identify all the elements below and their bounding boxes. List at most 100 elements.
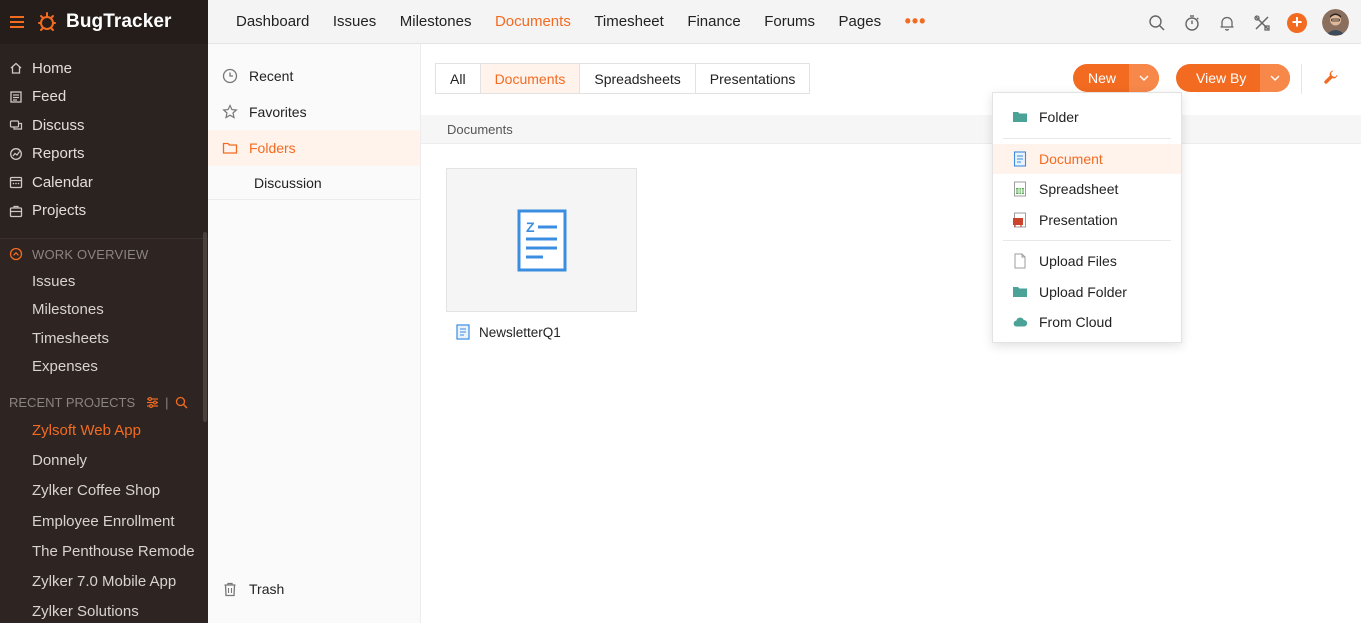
menu-item-presentation[interactable]: Presentation xyxy=(993,205,1181,236)
bug-logo-icon xyxy=(38,12,56,31)
filter-presentations[interactable]: Presentations xyxy=(696,64,810,93)
new-split-button: New xyxy=(1073,64,1160,92)
new-dropdown-menu: Folder Document Spreadsheet Presentation… xyxy=(992,92,1182,343)
sidebar-item-label: Discuss xyxy=(32,116,85,134)
sidebar-item-reports[interactable]: Reports xyxy=(0,140,208,169)
menu-icon[interactable] xyxy=(10,16,24,28)
document-icon: Z xyxy=(517,209,566,271)
quick-add-button[interactable]: + xyxy=(1287,12,1307,33)
search-icon[interactable] xyxy=(1148,14,1166,32)
projects-icon xyxy=(9,204,23,218)
sidebar-item-issues[interactable]: Issues xyxy=(0,267,208,296)
nav-tab-documents[interactable]: Documents xyxy=(495,13,571,30)
view-by-split-button: View By xyxy=(1176,64,1291,92)
new-button[interactable]: New xyxy=(1073,64,1129,92)
section-title: RECENT PROJECTS xyxy=(9,394,136,410)
project-item[interactable]: Zylker Solutions xyxy=(0,597,208,623)
document-icon xyxy=(456,324,470,340)
sidebar-item-timesheets[interactable]: Timesheets xyxy=(0,324,208,353)
clock-icon xyxy=(222,68,238,84)
nav-tab-timesheet[interactable]: Timesheet xyxy=(594,13,663,30)
tools-divider: | xyxy=(165,394,169,410)
filter-all[interactable]: All xyxy=(436,64,481,93)
calendar-icon xyxy=(9,175,23,189)
menu-item-upload-folder[interactable]: Upload Folder xyxy=(993,277,1181,308)
sidebar-item-expenses[interactable]: Expenses xyxy=(0,353,208,382)
sidebar-item-label: Reports xyxy=(32,145,85,163)
menu-item-label: From Cloud xyxy=(1039,314,1113,331)
folder-item-discussion[interactable]: Discussion xyxy=(208,166,420,200)
filter-settings-icon[interactable] xyxy=(146,396,159,409)
docs-nav-label: Folders xyxy=(249,140,296,156)
chevron-down-icon[interactable] xyxy=(1260,64,1291,92)
folder-icon xyxy=(222,140,238,156)
document-name[interactable]: NewsletterQ1 xyxy=(456,324,561,340)
project-item[interactable]: Employee Enrollment xyxy=(0,506,208,536)
presentation-icon xyxy=(1012,212,1028,228)
menu-item-spreadsheet[interactable]: Spreadsheet xyxy=(993,174,1181,205)
menu-item-document[interactable]: Document xyxy=(993,143,1181,174)
sidebar-item-feed[interactable]: Feed xyxy=(0,83,208,112)
more-icon[interactable]: ••• xyxy=(905,11,927,32)
project-item[interactable]: Zylker Coffee Shop xyxy=(0,476,208,506)
top-nav: Dashboard Issues Milestones Documents Ti… xyxy=(236,11,926,32)
document-type-filter: All Documents Spreadsheets Presentations xyxy=(435,63,811,94)
cloud-icon xyxy=(1012,314,1028,330)
menu-divider xyxy=(1003,240,1171,241)
documents-main: All Documents Spreadsheets Presentations… xyxy=(421,44,1361,623)
docs-nav-label: Trash xyxy=(249,581,285,597)
menu-item-upload-files[interactable]: Upload Files xyxy=(993,246,1181,277)
filter-documents[interactable]: Documents xyxy=(480,64,581,93)
nav-tab-milestones[interactable]: Milestones xyxy=(400,13,472,30)
docs-nav-folders[interactable]: Folders xyxy=(208,130,420,166)
sidebar-item-calendar[interactable]: Calendar xyxy=(0,168,208,197)
docs-nav-label: Recent xyxy=(249,68,294,84)
section-title: WORK OVERVIEW xyxy=(32,246,149,262)
project-item[interactable]: Zylsoft Web App xyxy=(0,415,208,445)
docs-nav-favorites[interactable]: Favorites xyxy=(208,94,420,130)
work-overview-header[interactable]: WORK OVERVIEW xyxy=(0,241,208,267)
document-name-label: NewsletterQ1 xyxy=(479,324,561,340)
menu-item-label: Spreadsheet xyxy=(1039,181,1119,198)
nav-tab-issues[interactable]: Issues xyxy=(333,13,376,30)
nav-tab-pages[interactable]: Pages xyxy=(839,13,882,30)
sidebar-item-projects[interactable]: Projects xyxy=(0,197,208,226)
document-thumbnail[interactable]: Z xyxy=(446,168,637,312)
top-icons: + xyxy=(1131,9,1349,36)
bell-icon[interactable] xyxy=(1218,14,1236,32)
docs-nav-label: Favorites xyxy=(249,104,307,120)
brand-bar: BugTracker xyxy=(0,0,208,44)
project-item[interactable]: Donnely xyxy=(0,445,208,475)
docs-nav-recent[interactable]: Recent xyxy=(208,58,420,94)
sidebar-scrollbar[interactable] xyxy=(203,232,207,422)
project-item[interactable]: Zylker 7.0 Mobile App xyxy=(0,566,208,596)
nav-tab-forums[interactable]: Forums xyxy=(764,13,815,30)
menu-item-label: Upload Folder xyxy=(1039,283,1127,300)
chevron-down-icon[interactable] xyxy=(1129,64,1160,92)
avatar[interactable] xyxy=(1322,9,1349,36)
brand-name: BugTracker xyxy=(66,11,172,32)
sidebar-item-milestones[interactable]: Milestones xyxy=(0,296,208,325)
menu-item-label: Document xyxy=(1039,150,1103,167)
star-icon xyxy=(222,104,238,120)
timer-icon[interactable] xyxy=(1183,14,1201,32)
documents-sidebar: Recent Favorites Folders Discussion Tras… xyxy=(208,44,421,623)
project-item[interactable]: The Penthouse Remode xyxy=(0,536,208,566)
view-by-button[interactable]: View By xyxy=(1176,64,1260,92)
home-icon xyxy=(9,61,23,75)
nav-tab-finance[interactable]: Finance xyxy=(687,13,740,30)
filter-spreadsheets[interactable]: Spreadsheets xyxy=(580,64,696,93)
sidebar-item-label: Calendar xyxy=(32,173,93,191)
main-nav: Home Feed Discuss Reports Calendar Proje… xyxy=(0,44,208,225)
tools-icon[interactable] xyxy=(1253,14,1271,32)
nav-tab-dashboard[interactable]: Dashboard xyxy=(236,13,309,30)
search-icon[interactable] xyxy=(175,396,188,409)
recent-projects-header: RECENT PROJECTS | xyxy=(0,389,208,415)
sidebar-item-home[interactable]: Home xyxy=(0,54,208,83)
document-icon xyxy=(1012,151,1028,167)
docs-nav-trash[interactable]: Trash xyxy=(208,571,420,607)
wrench-icon[interactable] xyxy=(1323,69,1339,85)
menu-item-folder[interactable]: Folder xyxy=(993,102,1181,133)
sidebar-item-discuss[interactable]: Discuss xyxy=(0,111,208,140)
menu-item-from-cloud[interactable]: From Cloud xyxy=(993,307,1181,338)
